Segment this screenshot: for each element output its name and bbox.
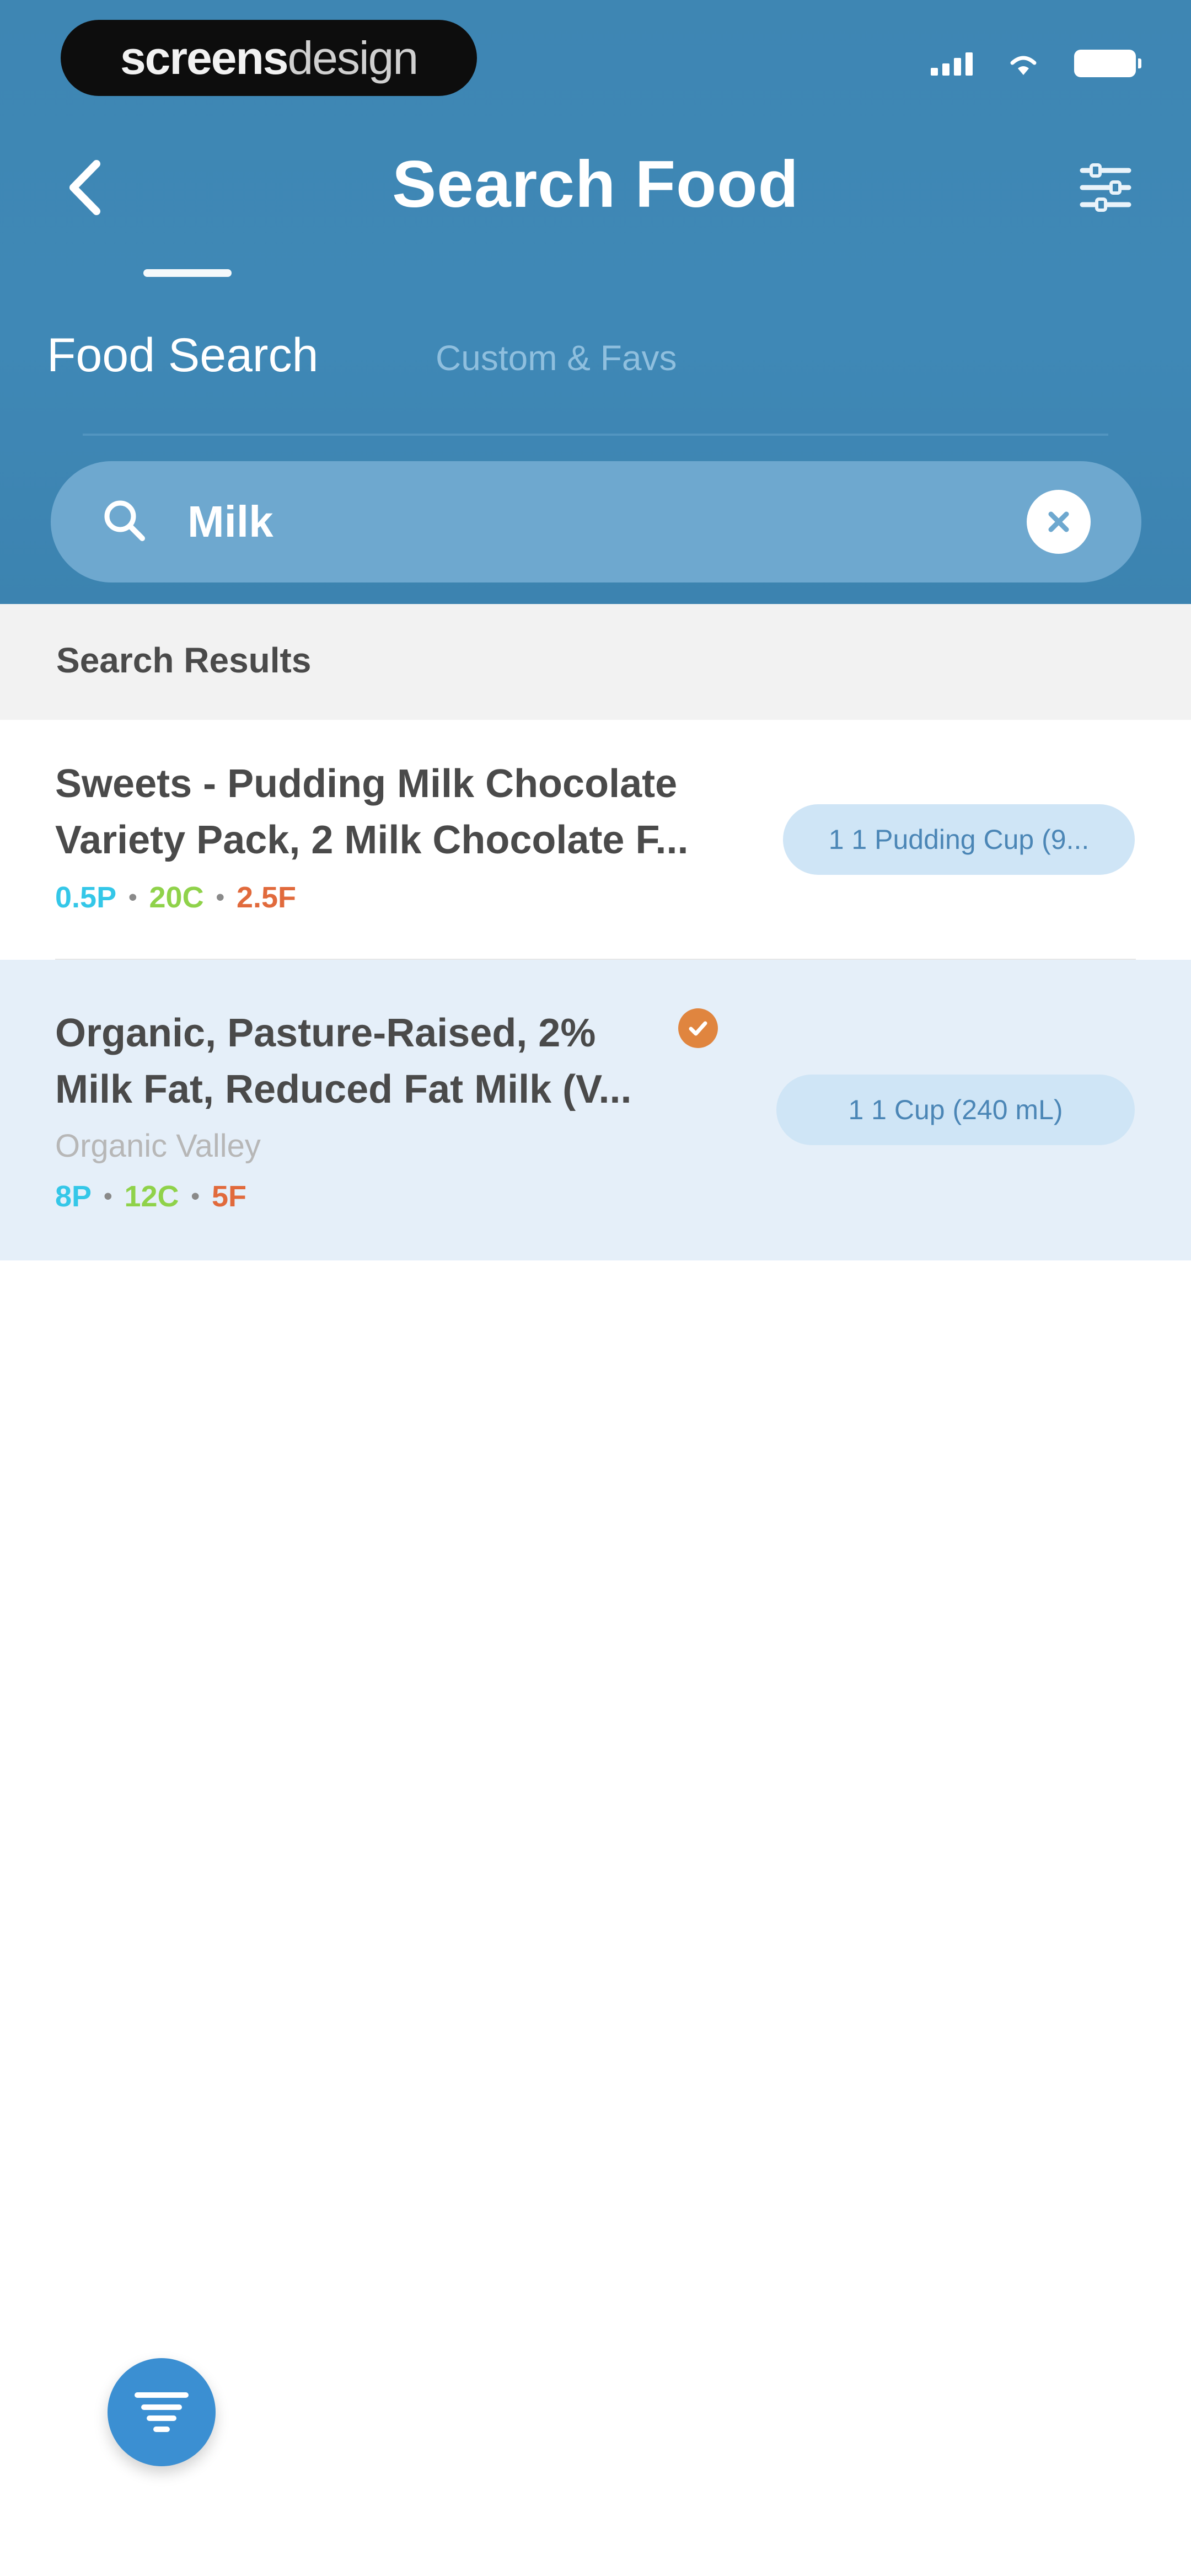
serving-size-button[interactable]: 1 1 Pudding Cup (9... xyxy=(783,804,1135,875)
macro-separator: • xyxy=(104,1183,112,1210)
cellular-signal-icon xyxy=(931,51,973,76)
tab-divider xyxy=(83,434,1108,436)
food-name-line1: Organic, Pasture-Raised, 2% xyxy=(55,1011,596,1055)
fat-value: 5F xyxy=(211,1180,246,1213)
section-title: Search Results xyxy=(56,640,312,680)
macros: 0.5P • 20C • 2.5F xyxy=(55,880,296,915)
food-name-line2: Variety Pack, 2 Milk Chocolate F... xyxy=(55,818,689,862)
filter-fab-button[interactable] xyxy=(108,2358,216,2466)
tab-food-search[interactable]: Food Search xyxy=(47,328,318,383)
carbs-value: 20C xyxy=(149,881,204,914)
status-bar: screens design xyxy=(0,0,1191,110)
search-input[interactable] xyxy=(186,491,961,553)
serving-size-button[interactable]: 1 1 Cup (240 mL) xyxy=(776,1075,1135,1145)
sliders-icon xyxy=(1080,163,1131,212)
food-name: Sweets - Pudding Milk Chocolate Variety … xyxy=(55,756,739,868)
battery-icon xyxy=(1074,50,1141,77)
clear-circle-icon xyxy=(1048,511,1069,532)
wifi-icon xyxy=(1010,56,1037,75)
filter-settings-button[interactable] xyxy=(1075,154,1136,221)
protein-value: 8P xyxy=(55,1180,92,1213)
food-name-line2: Milk Fat, Reduced Fat Milk (V... xyxy=(55,1067,632,1111)
page-title: Search Food xyxy=(392,147,799,221)
carbs-value: 12C xyxy=(124,1180,179,1213)
food-name: Organic, Pasture-Raised, 2% Milk Fat, Re… xyxy=(55,1005,739,1118)
verified-badge-icon xyxy=(678,1008,718,1048)
macro-separator: • xyxy=(191,1183,200,1210)
checkmark-icon xyxy=(689,1021,707,1036)
clear-search-button[interactable] xyxy=(1027,490,1091,554)
fat-value: 2.5F xyxy=(236,881,297,914)
macros: 8P • 12C • 5F xyxy=(55,1179,246,1214)
food-brand: Organic Valley xyxy=(55,1128,261,1164)
tab-custom-favs[interactable]: Custom & Favs xyxy=(436,338,677,378)
search-icon xyxy=(104,500,145,541)
status-icons xyxy=(931,50,1141,77)
filter-icon xyxy=(135,2392,189,2432)
brand-watermark: screens design xyxy=(61,20,477,96)
brand-text-light: design xyxy=(287,31,419,84)
brand-text-bold: screens xyxy=(120,31,289,84)
food-name-line1: Sweets - Pudding Milk Chocolate xyxy=(55,762,678,806)
protein-value: 0.5P xyxy=(55,881,117,914)
tab-indicator xyxy=(143,269,232,277)
header: screens design Search Food Food Search C… xyxy=(0,0,1191,604)
macro-separator: • xyxy=(128,884,137,911)
macro-separator: • xyxy=(216,884,224,911)
